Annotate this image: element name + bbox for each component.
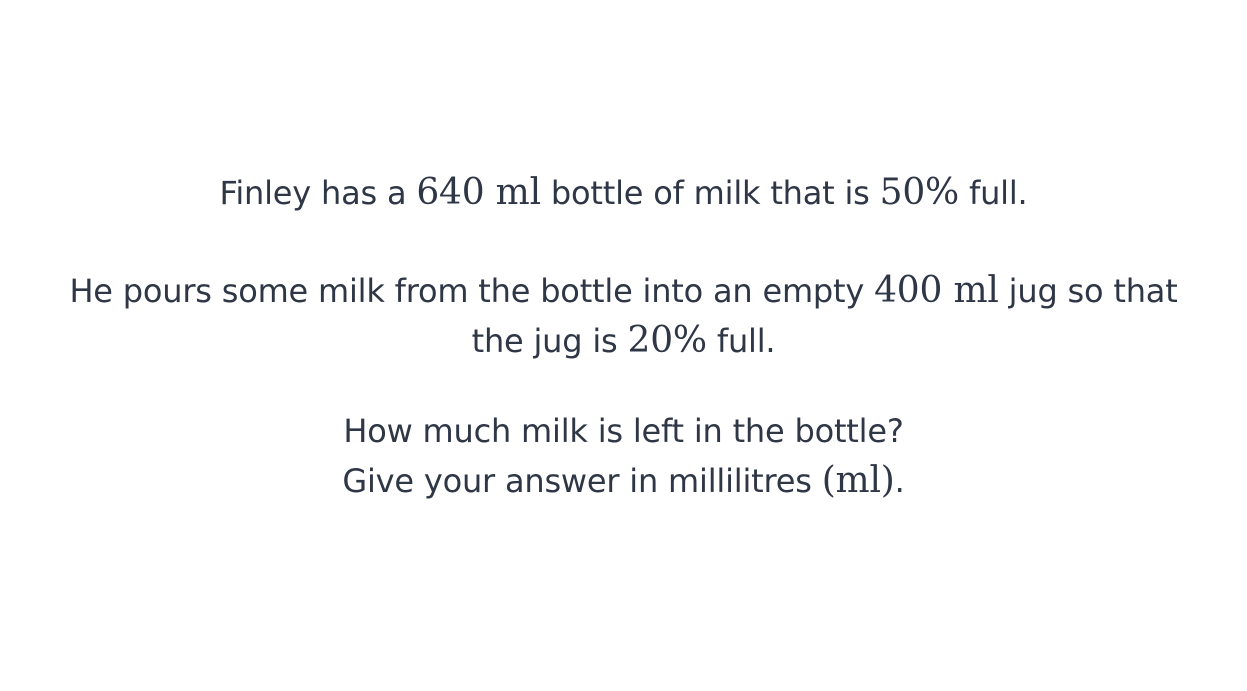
question-paragraph-1: Finley has a 640 ml bottle of milk that … — [0, 168, 1247, 218]
question-text: Finley has a 640 ml bottle of milk that … — [0, 168, 1247, 506]
question-paragraph-2: He pours some milk from the bottle into … — [0, 266, 1247, 366]
text-segment: Finley has a — [219, 174, 417, 212]
text-segment: Give your answer in millilitres — [342, 462, 822, 500]
text-segment: full. — [706, 322, 776, 360]
question-prompt: How much milk is left in the bottle? — [343, 412, 904, 450]
text-segment: He pours some milk from the bottle into … — [69, 272, 875, 310]
text-segment: full. — [959, 174, 1028, 212]
answer-instruction: Give your answer in millilitres (ml). — [40, 456, 1207, 506]
math-unit: (ml) — [821, 460, 895, 501]
question-paragraph-3: How much milk is left in the bottle? Giv… — [0, 406, 1247, 506]
text-segment: . — [894, 462, 905, 500]
math-bottle-volume: 640 ml — [416, 172, 541, 213]
math-jug-volume: 400 ml — [874, 270, 999, 311]
text-segment: bottle of milk that is — [540, 174, 880, 212]
math-jug-percent: 20% — [627, 320, 707, 361]
math-bottle-percent: 50% — [879, 172, 960, 213]
